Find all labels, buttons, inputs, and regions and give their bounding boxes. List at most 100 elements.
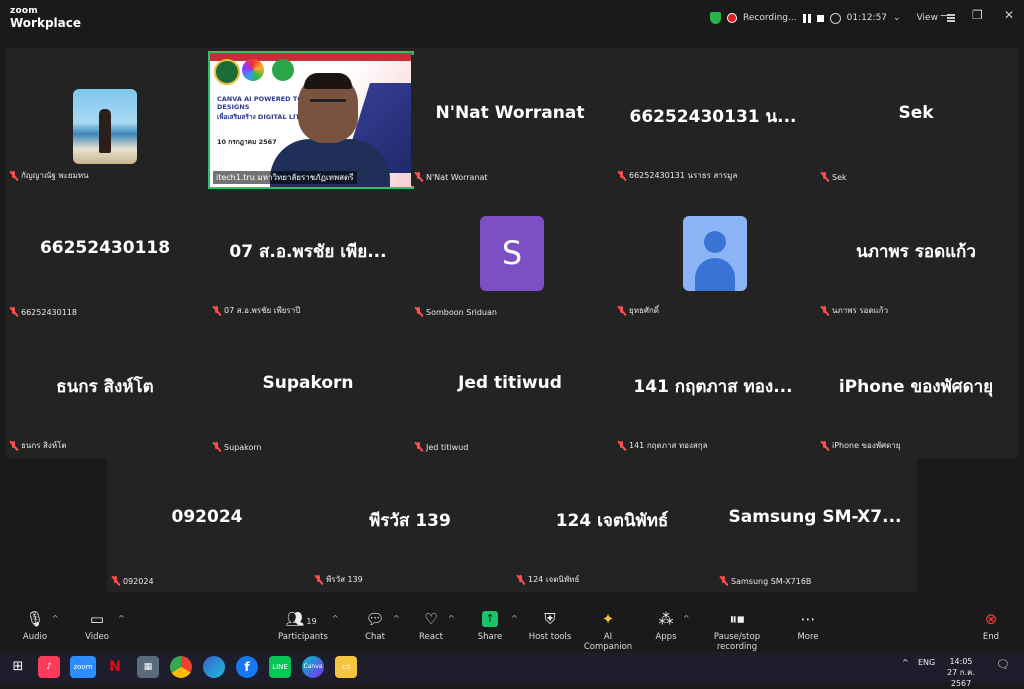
- participant-tile[interactable]: ธนกร สิงห์โต ธนกร สิงห์โต: [6, 325, 204, 456]
- close-icon[interactable]: ✕: [1004, 8, 1014, 22]
- video-button[interactable]: ▭ Video: [80, 610, 114, 642]
- ai-companion-button[interactable]: ✦ AI Companion: [580, 610, 636, 652]
- chat-options-caret[interactable]: ^: [393, 614, 400, 623]
- chat-button[interactable]: 💬︎ Chat: [360, 610, 390, 642]
- file-explorer-icon[interactable]: ▭: [335, 656, 357, 678]
- participant-name: Supakorn: [262, 373, 354, 393]
- mic-muted-icon: [414, 442, 423, 452]
- participant-tile[interactable]: N'Nat Worranat N'Nat Worranat: [411, 55, 609, 186]
- participant-tile[interactable]: นภาพร รอดแก้ว นภาพร รอดแก้ว: [817, 190, 1015, 321]
- brand-line2: Workplace: [10, 16, 82, 30]
- participant-tile[interactable]: 07 ส.อ.พรชัย เพีย... 07 ส.อ.พรชัย เพียรา…: [209, 190, 407, 321]
- end-label: End: [982, 632, 1000, 642]
- participant-tile[interactable]: Supakorn Supakorn: [209, 325, 407, 456]
- gear-logo-icon: [242, 59, 264, 81]
- university-seal-icon: [214, 59, 240, 85]
- title-bar: zoom Workplace Recording... 01:12:57 ⌄ V…: [0, 0, 1024, 36]
- participants-icon: 👥︎: [285, 610, 305, 628]
- slide-title-2: DESIGNS: [217, 103, 250, 111]
- zoom-app-icon[interactable]: zoom: [70, 656, 96, 678]
- chat-label: Chat: [365, 632, 385, 642]
- calculator-icon[interactable]: ▦: [137, 656, 159, 678]
- participant-name: 07 ส.อ.พรชัย เพีย...: [229, 242, 387, 262]
- participants-options-caret[interactable]: ^: [332, 614, 339, 623]
- windows-start-icon[interactable]: ⊞: [7, 656, 29, 678]
- mic-muted-icon: [820, 440, 829, 451]
- netflix-icon[interactable]: N: [104, 656, 126, 678]
- 21-logo-icon: [272, 59, 294, 81]
- pause-stop-label: Pause/stop recording: [713, 632, 761, 652]
- participant-name: Jed titiwud: [458, 373, 562, 393]
- participant-tile[interactable]: S Somboon Sriduan: [411, 190, 609, 321]
- host-tools-label: Host tools: [528, 632, 572, 642]
- share-label: Share: [477, 632, 503, 642]
- recording-label: Recording...: [743, 13, 797, 23]
- sparkle-icon: ✦: [601, 610, 615, 628]
- minimize-icon[interactable]: —: [940, 8, 952, 22]
- ai-companion-label: AI Companion: [583, 632, 633, 652]
- participant-tile[interactable]: 092024 092024: [108, 459, 306, 590]
- participant-tile[interactable]: 124 เจตนิพัทธ์ 124 เจตนิพัทธ์: [513, 459, 711, 590]
- mic-muted-icon: [212, 305, 221, 316]
- participant-tile[interactable]: iPhone ของพัศดายุ iPhone ของพัศดายุ: [817, 325, 1015, 456]
- participant-label: Jed titiwud: [426, 442, 469, 452]
- participant-tile[interactable]: กัญญาณัฐ พะยมหน: [6, 55, 204, 186]
- heart-icon: ♡: [424, 610, 438, 628]
- restore-icon[interactable]: ❐: [972, 8, 983, 22]
- input-language[interactable]: ENG: [918, 658, 935, 667]
- participants-button[interactable]: 👥︎ 19 Participants: [278, 610, 328, 642]
- participant-tile[interactable]: Samsung SM-X7... Samsung SM-X716B: [716, 459, 914, 590]
- audio-options-caret[interactable]: ^: [52, 614, 59, 623]
- meeting-timer: 01:12:57: [846, 13, 888, 23]
- react-button[interactable]: ♡ React: [416, 610, 446, 642]
- facebook-icon[interactable]: f: [236, 656, 258, 678]
- participant-tile[interactable]: พีรวัส 139 พีรวัส 139: [311, 459, 509, 590]
- windows-taskbar: ⊞ ♪ zoom N ▦ f LINE Canva ▭ ^ ENG 14:05 2…: [0, 652, 1024, 688]
- participant-name: Samsung SM-X7...: [728, 507, 902, 527]
- canva-icon[interactable]: Canva: [302, 656, 324, 678]
- security-shield-icon[interactable]: [710, 12, 721, 24]
- participants-label: Participants: [278, 632, 328, 642]
- mic-muted-icon: [9, 170, 18, 181]
- participant-tile[interactable]: 141 กฤตภาส ทอง... 141 กฤตภาส ทองสกุล: [614, 325, 812, 456]
- participant-tile[interactable]: Sek Sek: [817, 55, 1015, 186]
- participant-label: ธนกร สิงห์โต: [21, 441, 67, 450]
- apps-options-caret[interactable]: ^: [683, 614, 690, 623]
- mic-muted-icon: [719, 576, 728, 586]
- mic-muted-icon: [820, 305, 829, 316]
- share-options-caret[interactable]: ^: [511, 614, 518, 623]
- apps-label: Apps: [655, 632, 677, 642]
- audio-label: Audio: [22, 632, 48, 642]
- pause-recording-icon[interactable]: [802, 13, 811, 23]
- react-options-caret[interactable]: ^: [448, 614, 455, 623]
- pause-stop-recording-button[interactable]: ⏸⏹ Pause/stop recording: [696, 610, 778, 652]
- participant-label: 141 กฤตภาส ทองสกุล: [629, 441, 708, 450]
- edge-icon[interactable]: [203, 656, 225, 678]
- music-app-icon[interactable]: ♪: [38, 656, 60, 678]
- mic-muted-icon: [9, 440, 18, 451]
- more-button[interactable]: ⋯ More: [794, 610, 822, 642]
- tray-chevron-icon[interactable]: ^: [902, 658, 909, 667]
- notification-icon[interactable]: 🗨︎: [996, 658, 1010, 671]
- mic-muted-icon: [617, 305, 626, 316]
- participant-photo: [73, 89, 137, 164]
- chrome-icon[interactable]: [170, 656, 192, 678]
- record-dot-icon: [727, 13, 737, 23]
- zoom-logo: zoom Workplace: [10, 5, 81, 29]
- participant-tile[interactable]: ยุทธศักดิ์: [614, 190, 812, 321]
- stop-recording-icon[interactable]: [816, 14, 824, 22]
- chevron-down-icon[interactable]: ⌄: [893, 13, 901, 23]
- apps-button[interactable]: ⁂ Apps: [652, 610, 680, 642]
- taskbar-clock[interactable]: 14:05 27 ก.ค. 2567: [937, 656, 985, 689]
- participant-tile[interactable]: 66252430131 น... 66252430131 นราธร สารมู…: [614, 55, 812, 186]
- active-speaker-video[interactable]: CANVA AI POWERED TO CREAT DESIGNS เพื่อเ…: [208, 51, 414, 189]
- line-app-icon[interactable]: LINE: [269, 656, 291, 678]
- audio-button[interactable]: 🎙︎ Audio: [20, 610, 50, 642]
- participant-tile[interactable]: Jed titiwud Jed titiwud: [411, 325, 609, 456]
- participant-tile[interactable]: 66252430118 66252430118: [6, 190, 204, 321]
- share-button[interactable]: ↑ Share: [474, 610, 506, 642]
- video-options-caret[interactable]: ^: [118, 614, 125, 623]
- end-meeting-button[interactable]: ⊗ End: [978, 610, 1004, 642]
- view-button[interactable]: View: [917, 13, 938, 23]
- host-tools-button[interactable]: ⛨ Host tools: [528, 610, 572, 642]
